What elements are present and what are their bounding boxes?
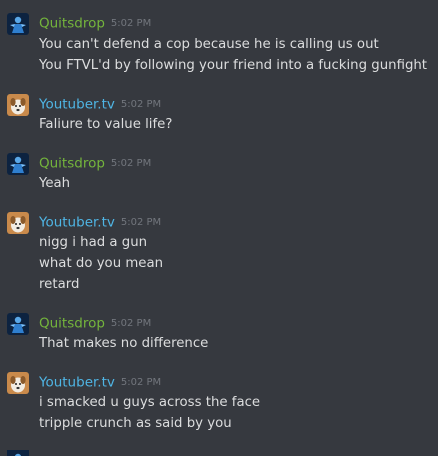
- timestamp: 5:02 PM: [110, 317, 152, 329]
- timestamp: 5:02 PM: [110, 157, 152, 169]
- blue-figure-avatar-icon[interactable]: [7, 450, 29, 456]
- message-header: Youtuber.tv 5:02 PM: [39, 372, 161, 392]
- chat-messages: Quitsdrop 5:02 PM You can't defend a cop …: [0, 0, 438, 456]
- message-text: retard: [39, 277, 80, 292]
- message-header: Quitsdrop 5:02 PM: [39, 153, 151, 173]
- timestamp: 5:02 PM: [120, 216, 162, 228]
- message-text: Faliure to value life?: [39, 117, 173, 132]
- message-text: nigg i had a gun: [39, 235, 148, 250]
- message-text: i smacked u guys across the face: [39, 395, 261, 410]
- message-text: You FTVL'd by following your friend into…: [39, 58, 428, 73]
- blue-figure-avatar-icon[interactable]: [7, 313, 29, 335]
- blue-figure-avatar-icon[interactable]: [7, 153, 29, 175]
- dog-avatar-icon[interactable]: [7, 372, 29, 394]
- timestamp: 5:02 PM: [120, 376, 162, 388]
- username[interactable]: Quitsdrop: [39, 316, 105, 332]
- message-header: Youtuber.tv 5:02 PM: [39, 94, 161, 114]
- message-header: Quitsdrop 5:02 PM: [39, 313, 151, 333]
- message-header: Quitsdrop 5:02 PM: [39, 13, 151, 33]
- message-text: That makes no difference: [39, 336, 209, 351]
- message-text: You can't defend a cop because he is cal…: [39, 37, 379, 52]
- dog-avatar-icon[interactable]: [7, 212, 29, 234]
- username[interactable]: Quitsdrop: [39, 156, 105, 172]
- timestamp: 5:02 PM: [110, 17, 152, 29]
- blue-figure-avatar-icon[interactable]: [7, 13, 29, 35]
- timestamp: 5:02 PM: [120, 98, 162, 110]
- dog-avatar-icon[interactable]: [7, 94, 29, 116]
- username[interactable]: Youtuber.tv: [39, 215, 115, 231]
- username[interactable]: Youtuber.tv: [39, 97, 115, 113]
- username[interactable]: Youtuber.tv: [39, 375, 115, 391]
- message-text: Yeah: [39, 176, 71, 191]
- username[interactable]: Quitsdrop: [39, 16, 105, 32]
- message-text: tripple crunch as said by you: [39, 416, 232, 431]
- message-text: what do you mean: [39, 256, 164, 271]
- message-header: Youtuber.tv 5:02 PM: [39, 212, 161, 232]
